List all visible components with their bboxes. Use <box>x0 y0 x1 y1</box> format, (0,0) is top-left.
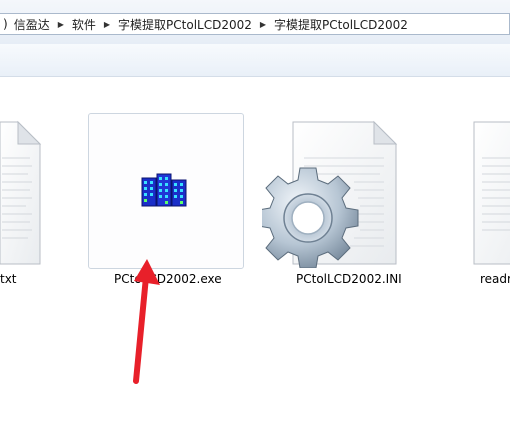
file-label-txt: txt <box>0 272 17 286</box>
breadcrumb-item-xinyingda[interactable]: 信盈达 <box>14 16 50 33</box>
application-exe-icon <box>141 173 187 207</box>
breadcrumb-prefix: ) <box>3 17 8 31</box>
text-document-icon <box>473 121 510 265</box>
breadcrumb-item-software[interactable]: 软件 <box>72 16 96 33</box>
breadcrumb-separator-icon[interactable]: ▶ <box>58 20 64 29</box>
breadcrumb-item-current-folder[interactable]: 字模提取PCtolLCD2002 <box>274 16 408 33</box>
file-label-ini: PCtolLCD2002.INI <box>296 272 402 286</box>
explorer-window: ) 信盈达 ▶ 软件 ▶ 字模提取PCtolLCD2002 ▶ 字模提取PCto… <box>0 0 510 429</box>
file-item-ini[interactable]: PCtolLCD2002.INI <box>262 118 412 293</box>
file-label-readme: readr <box>480 272 510 286</box>
breadcrumb[interactable]: ) 信盈达 ▶ 软件 ▶ 字模提取PCtolLCD2002 ▶ 字模提取PCto… <box>0 13 510 35</box>
file-item-txt[interactable]: txt <box>0 118 46 286</box>
file-item-readme[interactable]: readr <box>472 118 510 293</box>
toolbar <box>0 44 510 77</box>
address-bar: ) 信盈达 ▶ 软件 ▶ 字模提取PCtolLCD2002 ▶ 字模提取PCto… <box>0 0 510 45</box>
breadcrumb-separator-icon[interactable]: ▶ <box>104 20 110 29</box>
breadcrumb-separator-icon[interactable]: ▶ <box>260 20 266 29</box>
text-document-icon <box>0 120 42 265</box>
red-arrow-annotation <box>133 259 160 384</box>
breadcrumb-item-folder[interactable]: 字模提取PCtolLCD2002 <box>118 16 252 33</box>
settings-gear-icon <box>262 120 398 268</box>
